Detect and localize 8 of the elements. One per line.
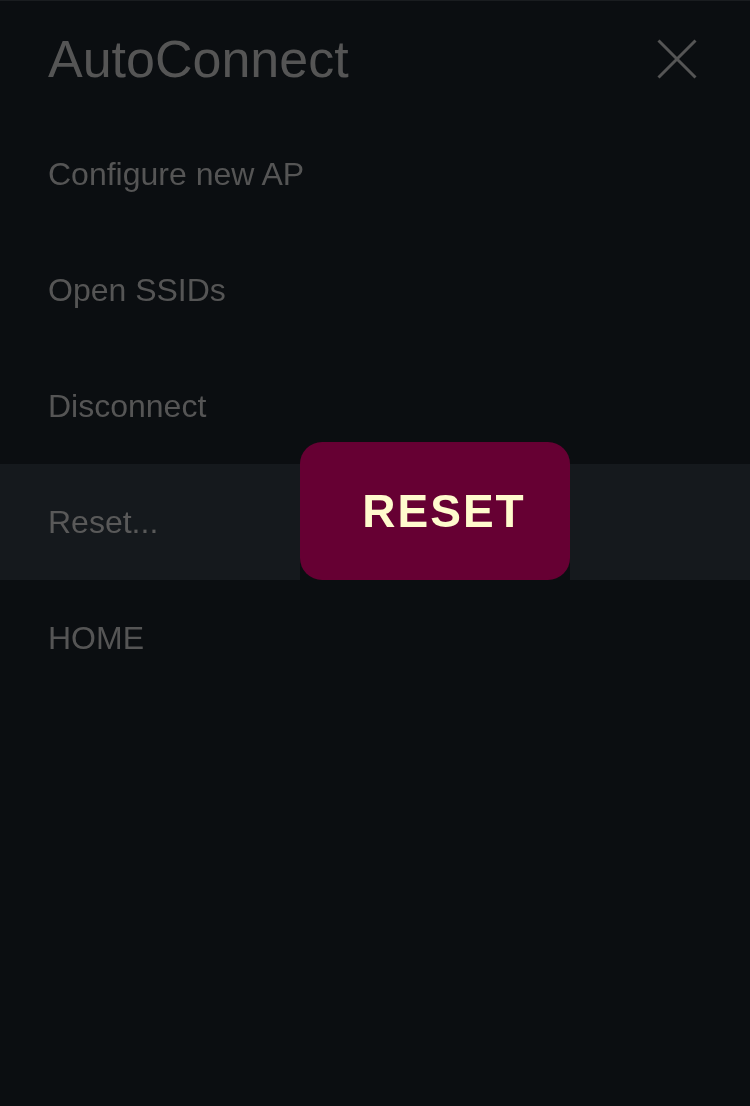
menu-item[interactable]: Disconnect <box>48 386 207 426</box>
close-icon[interactable] <box>657 38 697 79</box>
app-title: AutoConnect <box>48 32 349 85</box>
menu-item[interactable]: Configure new AP <box>48 154 305 194</box>
menu-item[interactable]: HOME <box>48 618 144 658</box>
reset-popup-button[interactable]: RESET <box>300 442 570 580</box>
menu-item[interactable]: Open SSIDs <box>48 270 226 310</box>
menu-item[interactable]: Reset... <box>0 464 300 580</box>
